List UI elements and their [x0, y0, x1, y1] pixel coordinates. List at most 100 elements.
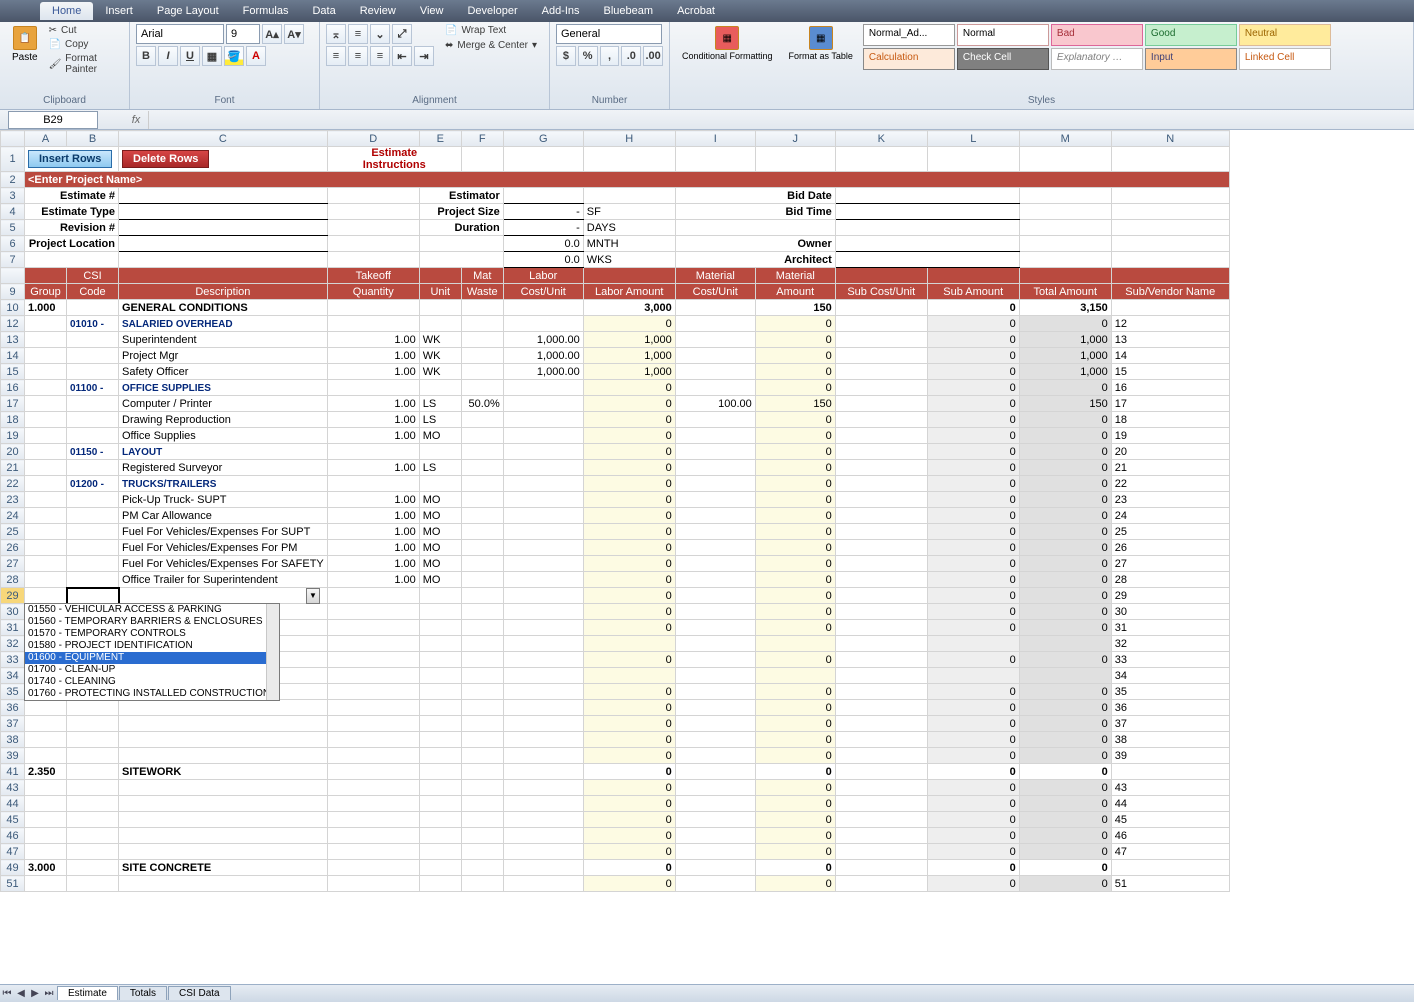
percent-button[interactable]: %	[578, 46, 598, 66]
style-normalad[interactable]: Normal_Ad...	[863, 24, 955, 46]
name-box[interactable]	[8, 111, 98, 129]
col-header-M[interactable]: M	[1019, 131, 1111, 147]
ribbon-tab-developer[interactable]: Developer	[455, 2, 529, 20]
row-header[interactable]: 23	[1, 492, 25, 508]
format-as-table-button[interactable]: ▦ Format as Table	[783, 24, 859, 94]
italic-button[interactable]: I	[158, 46, 178, 66]
row-header[interactable]: 15	[1, 364, 25, 380]
col-header-B[interactable]: B	[67, 131, 119, 147]
active-cell[interactable]	[67, 588, 119, 604]
currency-button[interactable]: $	[556, 46, 576, 66]
row-header[interactable]: 27	[1, 556, 25, 572]
sheet-tab-csi-data[interactable]: CSI Data	[168, 986, 231, 1000]
copy-button[interactable]: 📄 Copy	[48, 38, 123, 51]
bold-button[interactable]: B	[136, 46, 156, 66]
underline-button[interactable]: U	[180, 46, 200, 66]
dropdown-option[interactable]: 01570 - TEMPORARY CONTROLS	[25, 628, 279, 640]
increase-decimal-button[interactable]: .0	[621, 46, 641, 66]
col-header-A[interactable]: A	[25, 131, 67, 147]
ribbon-tab-insert[interactable]: Insert	[93, 2, 145, 20]
row-header[interactable]: 26	[1, 540, 25, 556]
format-painter-button[interactable]: 🖌 Format Painter	[48, 52, 123, 76]
ribbon-tab-data[interactable]: Data	[300, 2, 347, 20]
col-header-E[interactable]: E	[419, 131, 461, 147]
style-bad[interactable]: Bad	[1051, 24, 1143, 46]
increase-indent-button[interactable]: ⇥	[414, 46, 434, 66]
row-header[interactable]: 29	[1, 588, 25, 604]
col-header-I[interactable]: I	[675, 131, 755, 147]
row-header[interactable]: 51	[1, 876, 25, 892]
paste-button[interactable]: 📋 Paste	[6, 24, 44, 94]
insert-rows-button[interactable]: Insert Rows	[28, 150, 112, 168]
row-header[interactable]: 43	[1, 780, 25, 796]
cell-styles-gallery[interactable]: Normal_Ad...NormalBadGoodNeutralCalculat…	[863, 24, 1331, 94]
row-header[interactable]: 13	[1, 332, 25, 348]
row-header[interactable]: 44	[1, 796, 25, 812]
cut-button[interactable]: ✂ Cut	[48, 24, 123, 37]
tab-nav-last[interactable]: ⏭	[42, 988, 56, 999]
row-header[interactable]: 30	[1, 604, 25, 620]
tab-nav-prev[interactable]: ◀	[14, 988, 28, 999]
row-header[interactable]: 17	[1, 396, 25, 412]
row-header[interactable]: 41	[1, 764, 25, 780]
align-bottom-button[interactable]: ⌄	[370, 24, 390, 44]
ribbon-tab-review[interactable]: Review	[348, 2, 408, 20]
ribbon-tab-home[interactable]: Home	[40, 2, 93, 20]
ribbon-tab-add-ins[interactable]: Add-Ins	[530, 2, 592, 20]
dropdown-option[interactable]: 01700 - CLEAN-UP	[25, 664, 279, 676]
decrease-indent-button[interactable]: ⇤	[392, 46, 412, 66]
row-header[interactable]: 32	[1, 636, 25, 652]
align-left-button[interactable]: ≡	[326, 46, 346, 66]
row-header[interactable]: 34	[1, 668, 25, 684]
row-header[interactable]: 24	[1, 508, 25, 524]
row-header[interactable]: 31	[1, 620, 25, 636]
row-header[interactable]: 49	[1, 860, 25, 876]
row-header[interactable]: 46	[1, 828, 25, 844]
style-linkedcell[interactable]: Linked Cell	[1239, 48, 1331, 70]
estimate-instructions-link[interactable]: EstimateInstructions	[327, 147, 461, 172]
merge-center-button[interactable]: ⬌ Merge & Center ▾	[444, 39, 538, 52]
style-explanatory[interactable]: Explanatory …	[1051, 48, 1143, 70]
ribbon-tab-acrobat[interactable]: Acrobat	[665, 2, 727, 20]
number-format-combo[interactable]: General	[556, 24, 662, 44]
row-header[interactable]: 38	[1, 732, 25, 748]
dropdown-option[interactable]: 01740 - CLEANING	[25, 676, 279, 688]
font-name-combo[interactable]: Arial	[136, 24, 224, 44]
decrease-font-button[interactable]: A▾	[284, 24, 304, 44]
col-header-D[interactable]: D	[327, 131, 419, 147]
dropdown-option[interactable]: 01550 - VEHICULAR ACCESS & PARKING	[25, 604, 279, 616]
row-header[interactable]: 21	[1, 460, 25, 476]
tab-nav-next[interactable]: ▶	[28, 988, 42, 999]
row-header[interactable]: 37	[1, 716, 25, 732]
row-header[interactable]: 14	[1, 348, 25, 364]
row-header[interactable]: 19	[1, 428, 25, 444]
style-checkcell[interactable]: Check Cell	[957, 48, 1049, 70]
sheet-tab-totals[interactable]: Totals	[119, 986, 167, 1000]
ribbon-tab-page-layout[interactable]: Page Layout	[145, 2, 231, 20]
increase-font-button[interactable]: A▴	[262, 24, 282, 44]
delete-rows-button[interactable]: Delete Rows	[122, 150, 209, 168]
col-header-N[interactable]: N	[1111, 131, 1229, 147]
style-neutral[interactable]: Neutral	[1239, 24, 1331, 46]
ribbon-tab-bluebeam[interactable]: Bluebeam	[592, 2, 666, 20]
row-header[interactable]: 33	[1, 652, 25, 668]
conditional-formatting-button[interactable]: ▦ Conditional Formatting	[676, 24, 779, 94]
dropdown-arrow-button[interactable]: ▼	[306, 588, 320, 604]
style-input[interactable]: Input	[1145, 48, 1237, 70]
ribbon-tab-formulas[interactable]: Formulas	[231, 2, 301, 20]
dropdown-scrollbar[interactable]	[266, 604, 279, 700]
font-size-combo[interactable]: 9	[226, 24, 260, 44]
dropdown-option[interactable]: 01580 - PROJECT IDENTIFICATION	[25, 640, 279, 652]
align-top-button[interactable]: ⌅	[326, 24, 346, 44]
row-header[interactable]: 45	[1, 812, 25, 828]
col-header-H[interactable]: H	[583, 131, 675, 147]
col-header-C[interactable]: C	[119, 131, 328, 147]
col-header-G[interactable]: G	[503, 131, 583, 147]
fx-icon[interactable]: fx	[128, 114, 144, 126]
csi-dropdown-list[interactable]: 01550 - VEHICULAR ACCESS & PARKING01560 …	[24, 603, 280, 701]
wrap-text-button[interactable]: 📄 Wrap Text	[444, 24, 538, 37]
worksheet-grid[interactable]: ABCDEFGHIJKLMN1Insert RowsDelete RowsEst…	[0, 130, 1414, 892]
row-header[interactable]: 25	[1, 524, 25, 540]
row-header[interactable]: 18	[1, 412, 25, 428]
fill-color-button[interactable]: 🪣	[224, 46, 244, 66]
